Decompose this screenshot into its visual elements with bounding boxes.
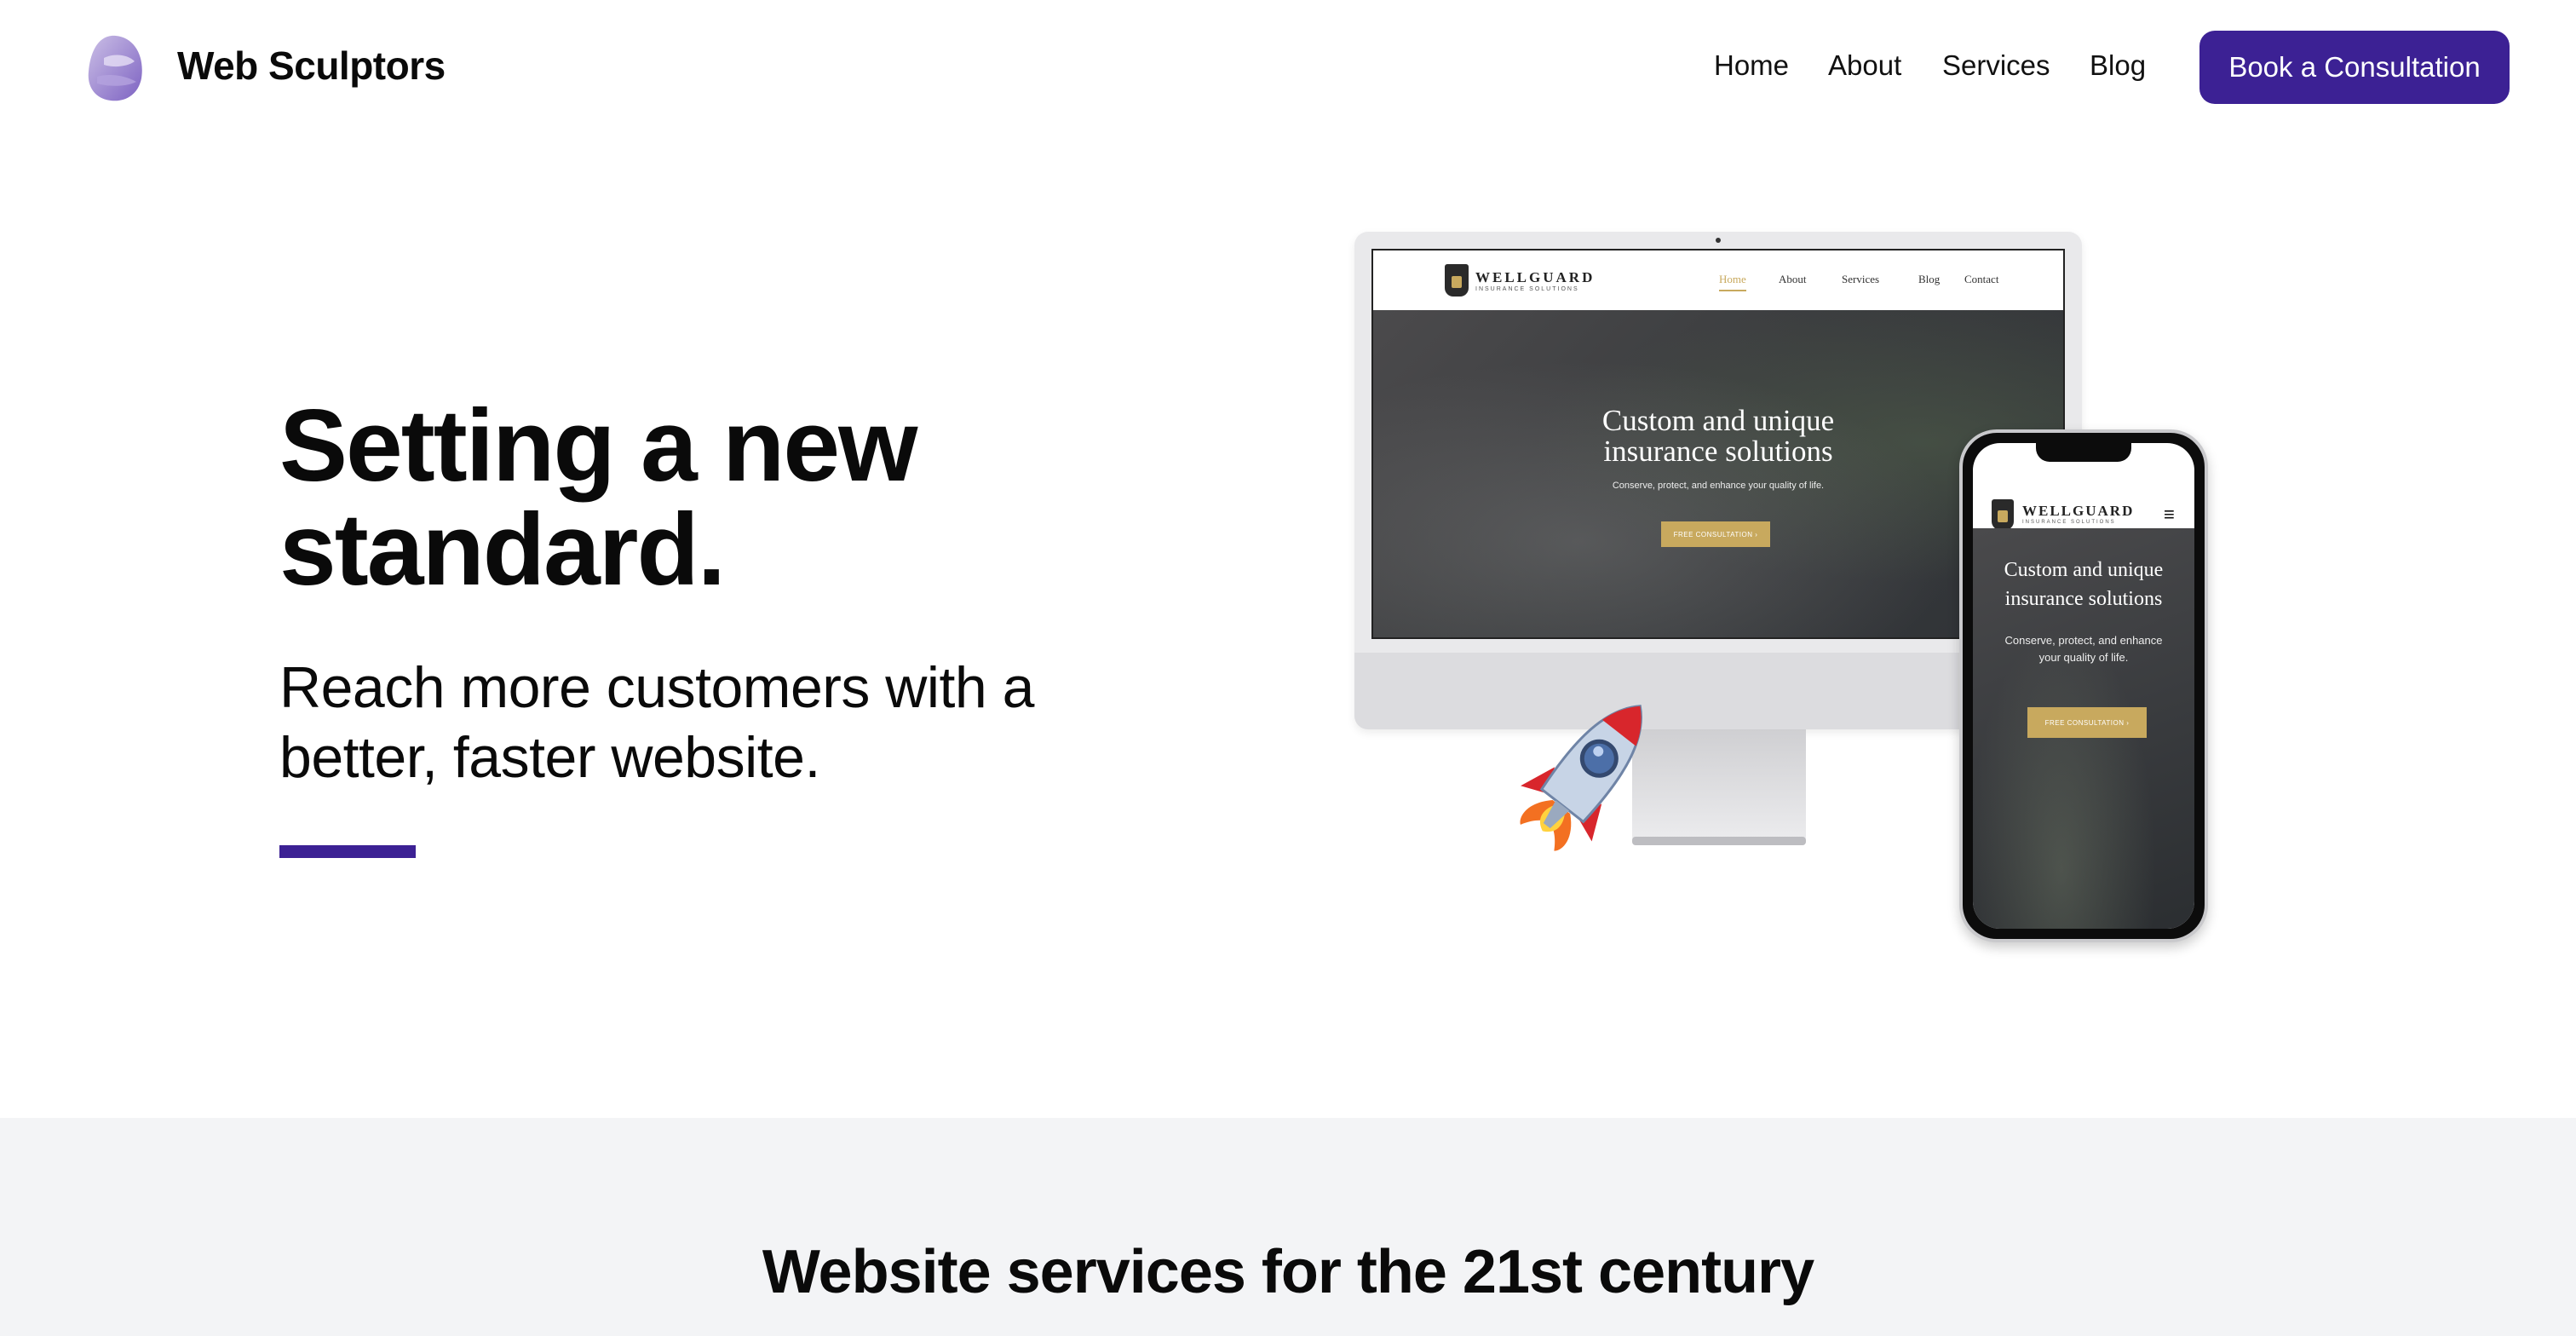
hero-title-line-1: Setting a new	[279, 389, 917, 503]
phone-hero-sub-line-2: your quality of life.	[2038, 651, 2129, 664]
phone-hero-sub-line-1: Conserve, protect, and enhance	[2004, 634, 2163, 647]
mockup-nav-contact: Contact	[1964, 273, 1999, 285]
nav-services[interactable]: Services	[1942, 49, 2050, 82]
hamburger-menu-icon: ≡	[2164, 504, 2175, 525]
phone-consult-button: FREE CONSULTATION ›	[2027, 707, 2147, 738]
shield-logo-icon	[1445, 264, 1469, 297]
mockup-nav-about: About	[1779, 273, 1807, 285]
desktop-camera	[1716, 238, 1721, 243]
hero-title-line-2: standard.	[279, 492, 726, 607]
hero-subtitle-line-1: Reach more customers with a	[279, 655, 1034, 720]
mockup-nav-services: Services	[1842, 273, 1880, 285]
site-header: Web Sculptors Home About Services Blog B…	[0, 0, 2576, 136]
nav-about[interactable]: About	[1828, 49, 1901, 82]
mockup-tagline: INSURANCE SOLUTIONS	[1475, 286, 1579, 292]
hero-subtitle-line-2: better, faster website.	[279, 725, 820, 790]
phone-hero-sub: Conserve, protect, and enhance your qual…	[1998, 632, 2169, 666]
hero-title: Setting a new standard.	[279, 394, 1131, 602]
phone-shield-logo-icon	[1992, 499, 2014, 530]
nav-home[interactable]: Home	[1714, 49, 1789, 82]
phone-notch	[2036, 440, 2131, 462]
mockup-nav-blog: Blog	[1918, 273, 1941, 285]
phone-brand: WELLGUARD	[2022, 503, 2135, 519]
services-title: Website services for the 21st century	[762, 1238, 1814, 1306]
mockup-nav-home: Home	[1719, 273, 1746, 291]
mockup-site-nav: WELLGUARD INSURANCE SOLUTIONS Home About…	[1373, 250, 2063, 310]
hero-accent-bar	[279, 845, 416, 858]
rocket-icon	[1520, 705, 1642, 851]
book-consultation-button[interactable]: Book a Consultation	[2199, 31, 2510, 104]
nav-blog[interactable]: Blog	[2090, 49, 2146, 82]
phone-hero-title: Custom and unique insurance solutions	[1973, 556, 2194, 613]
phone-hero-line-1: Custom and unique	[2004, 559, 2164, 581]
brand-name[interactable]: Web Sculptors	[177, 43, 446, 89]
phone-hero-line-2: insurance solutions	[2004, 588, 2163, 610]
logo-mark-icon[interactable]	[85, 32, 147, 104]
hero-subtitle: Reach more customers with a better, fast…	[279, 653, 1131, 792]
mockup-brand: WELLGUARD	[1475, 269, 1596, 285]
mockup-consult-button: FREE CONSULTATION ›	[1661, 521, 1770, 547]
phone-tagline: INSURANCE SOLUTIONS	[2022, 520, 2116, 525]
phone-screen: WELLGUARD INSURANCE SOLUTIONS ≡ Custom a…	[1973, 443, 2194, 929]
mockup-hero-line-1: Custom and unique	[1601, 404, 1835, 437]
